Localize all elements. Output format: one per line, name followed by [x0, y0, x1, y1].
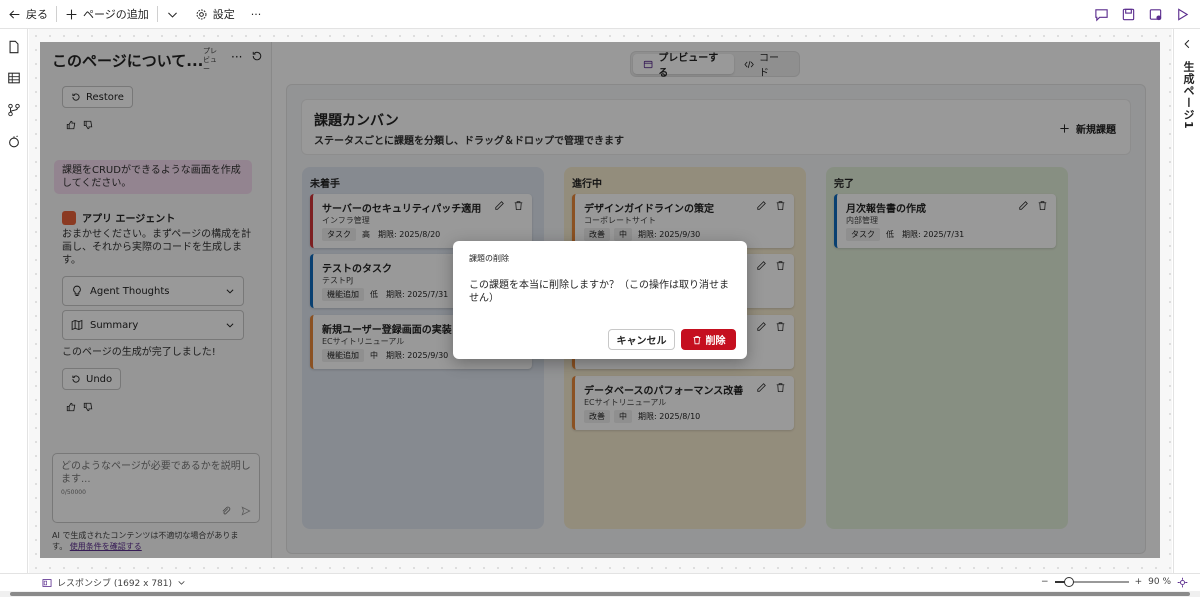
add-page-label: ページの追加: [83, 8, 149, 21]
zoom-value: 90 %: [1148, 577, 1171, 587]
settings-label: 設定: [212, 8, 235, 21]
flow-icon[interactable]: [7, 103, 21, 117]
generated-page-tab[interactable]: 生成ページ1: [1180, 61, 1196, 130]
chevron-down-icon: [178, 581, 185, 585]
trash-icon: [693, 335, 700, 344]
add-page-button[interactable]: ページの追加: [57, 0, 157, 29]
delete-dialog: 課題の削除 この課題を本当に削除しますか？（この操作は取り消せません） キャンセ…: [453, 241, 747, 359]
chevron-down-icon: [167, 12, 177, 18]
plus-icon: [66, 9, 77, 19]
chevron-left-icon[interactable]: [1182, 39, 1192, 49]
status-bar: レスポンシブ (1692 x 781) − + 90 %: [0, 573, 1200, 591]
publish-icon[interactable]: [1148, 7, 1163, 22]
fit-screen-icon[interactable]: [1177, 577, 1188, 588]
zoom-out-button[interactable]: −: [1041, 577, 1049, 587]
responsive-selector[interactable]: レスポンシブ (1692 x 781): [42, 576, 186, 589]
left-rail: [0, 29, 28, 573]
zoom-in-button[interactable]: +: [1135, 577, 1143, 587]
horizontal-scrollbar[interactable]: [0, 591, 1200, 597]
scrollbar-thumb[interactable]: [10, 592, 1190, 596]
save-icon[interactable]: [1121, 7, 1136, 22]
back-label: 戻る: [26, 8, 48, 21]
settings-button[interactable]: 設定: [187, 0, 243, 29]
table-icon[interactable]: [7, 71, 21, 85]
play-icon[interactable]: [1175, 7, 1190, 22]
page-icon[interactable]: [7, 40, 21, 54]
more-options-button[interactable]: ···: [243, 0, 270, 29]
agent-icon[interactable]: [7, 135, 21, 149]
comment-icon[interactable]: [1094, 7, 1109, 22]
delete-label: 削除: [705, 336, 726, 347]
zoom-thumb[interactable]: [1064, 577, 1075, 587]
responsive-icon: [42, 578, 52, 587]
zoom-slider[interactable]: [1054, 575, 1129, 589]
toolbar-right-actions: [1094, 0, 1196, 29]
more-icon: ···: [250, 7, 262, 21]
dialog-message: この課題を本当に削除しますか？（この操作は取り消せません）: [469, 280, 729, 304]
delete-button[interactable]: 削除: [681, 329, 736, 350]
arrow-left-icon: [9, 9, 20, 19]
cancel-button[interactable]: キャンセル: [608, 329, 675, 350]
responsive-label: レスポンシブ (1692 x 781): [57, 579, 173, 589]
right-rail: 生成ページ1: [1173, 29, 1200, 573]
top-toolbar: 戻る ページの追加 設定 ···: [0, 0, 1200, 29]
dialog-title: 課題の削除: [469, 254, 509, 263]
gear-icon: [196, 9, 207, 19]
add-page-dropdown[interactable]: [158, 0, 187, 29]
zoom-control: − + 90 %: [1041, 575, 1188, 589]
back-button[interactable]: 戻る: [0, 0, 56, 29]
